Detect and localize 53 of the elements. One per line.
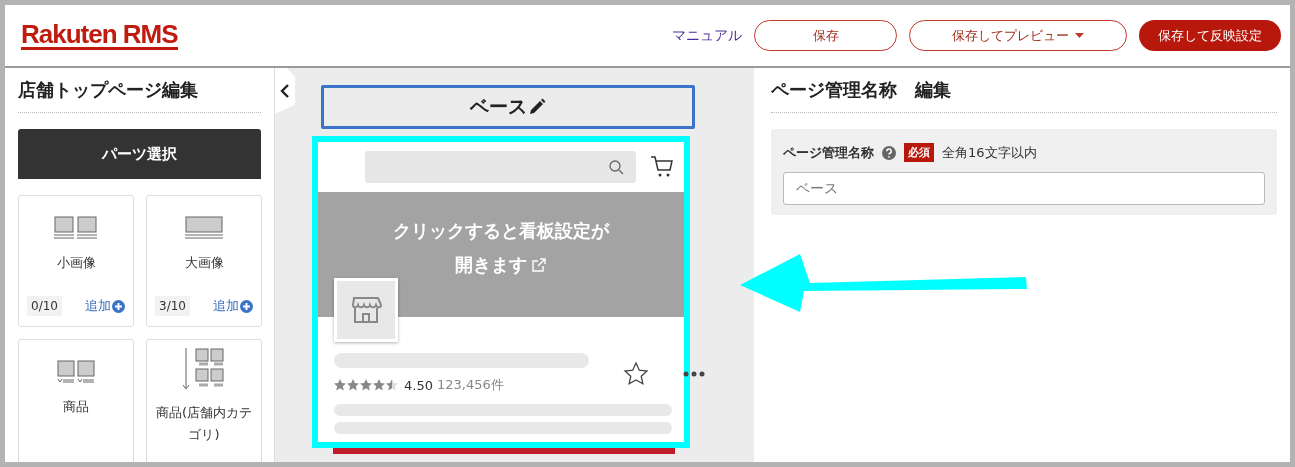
two-tiles-icon: [54, 216, 98, 240]
banner-text: 開きます: [455, 253, 527, 277]
star-icon: [386, 379, 398, 391]
plus-icon: [112, 299, 125, 313]
panel-title: ページ管理名称 編集: [771, 78, 952, 102]
part-card[interactable]: 商品: [18, 339, 134, 462]
add-link[interactable]: 追加: [213, 297, 253, 315]
part-count: 3/10: [155, 296, 190, 316]
part-card[interactable]: 小画像 0/10 追加: [18, 195, 134, 327]
part-card[interactable]: 大画像 3/10 追加: [146, 195, 262, 327]
add-link[interactable]: 追加: [85, 297, 125, 315]
part-card[interactable]: 商品(店舗内カテゴリ): [146, 339, 262, 462]
field-hint: 全角16文字以内: [942, 143, 1037, 162]
pencil-icon: [528, 98, 546, 116]
wide-tile-icon: [185, 216, 223, 240]
star-icon: [373, 379, 385, 391]
part-label: 小画像: [56, 254, 96, 272]
external-link-icon: [531, 257, 547, 273]
publish-button[interactable]: 保存して反映設定: [1139, 20, 1281, 51]
preview-dropdown-button[interactable]: 保存してプレビュー: [909, 20, 1127, 51]
page-name-field[interactable]: ベース: [783, 172, 1265, 205]
rating-value: 4.50: [404, 377, 433, 393]
category-tiles-icon: [183, 348, 225, 390]
star-icon: [347, 379, 359, 391]
required-badge: 必須: [904, 143, 934, 162]
part-label: 商品: [63, 398, 89, 416]
star-icon: [360, 379, 372, 391]
search-field[interactable]: [365, 151, 636, 183]
star-icon: [334, 379, 346, 391]
banner-text: クリックすると看板設定が: [393, 219, 609, 243]
manual-link[interactable]: マニュアル: [672, 26, 742, 45]
parts-select-button[interactable]: パーツ選択: [18, 129, 261, 179]
review-count: 123,456件: [436, 376, 504, 394]
panel-title: 店舗トップページ編集: [18, 78, 199, 102]
product-tiles-icon: [57, 360, 95, 384]
logo[interactable]: Rakuten RMS: [21, 21, 178, 50]
caret-icon: [1075, 33, 1084, 38]
page-name-title[interactable]: ベース: [321, 85, 695, 129]
part-label: 大画像: [184, 254, 224, 272]
help-icon[interactable]: [882, 145, 896, 160]
page-name: ベース: [470, 94, 527, 119]
star-icon[interactable]: [623, 360, 649, 387]
cart-icon[interactable]: [650, 155, 674, 179]
plus-icon: [240, 299, 253, 313]
collapse-tab[interactable]: [275, 68, 295, 114]
search-icon: [609, 159, 624, 175]
chevron-left-icon: [280, 83, 290, 99]
field-label: ページ管理名称: [783, 143, 874, 162]
part-count: 0/10: [27, 296, 62, 316]
store-icon: [350, 296, 382, 324]
save-button[interactable]: 保存: [754, 20, 897, 51]
more-icon[interactable]: [683, 370, 705, 377]
part-label: 商品(店舗内カテゴリ): [155, 404, 253, 444]
